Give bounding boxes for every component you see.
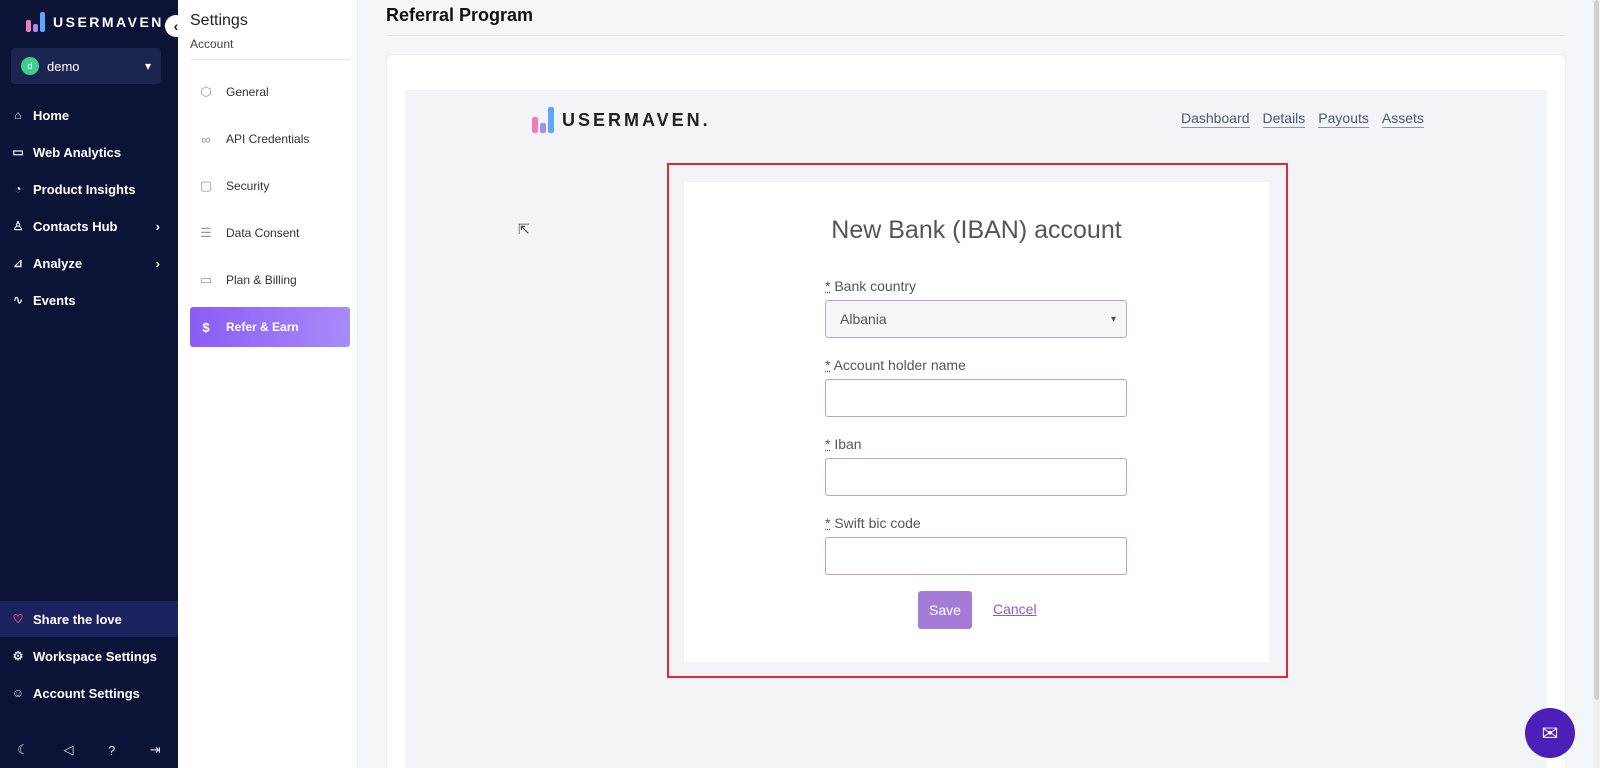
scrollbar-thumb[interactable] [1594,0,1599,700]
nav-item-workspace-settings[interactable]: ⚙ Workspace Settings [0,638,178,674]
chart-icon: ⊿ [12,256,24,270]
referral-nav-payouts[interactable]: Payouts [1318,110,1369,128]
nav-item-label: Product Insights [33,181,136,197]
bank-account-form: New Bank (IBAN) account [684,182,1269,662]
page-scrollbar[interactable] [1593,0,1600,768]
nav-item-share-the-love[interactable]: ♡ Share the love [0,601,178,637]
chevron-down-icon: ▾ [144,59,151,73]
settings-title: Settings [190,12,248,29]
workspace-selector[interactable]: d demo ▾ [11,48,161,84]
chevron-left-icon[interactable]: ‹ [165,15,187,37]
workspace-avatar: d [21,57,39,75]
user-cog-icon: ☺ [11,686,25,700]
home-icon: ⌂ [14,108,22,122]
chevron-right-icon: › [155,218,160,234]
divider [190,59,350,60]
nav-item-contacts-hub[interactable]: ♙ Contacts Hub › [0,208,178,244]
settings-subtitle: Account [190,37,234,51]
chevron-down-icon: ▾ [1110,313,1116,325]
nav-item-label: Events [33,292,76,308]
settings-item-label: Security [226,179,270,193]
settings-item-refer-earn[interactable]: $ Refer & Earn [190,307,350,347]
moon-icon[interactable]: ☾ [17,742,29,758]
nav-item-label: Home [33,107,70,123]
usermaven-logo[interactable]: USERMAVEN. [26,12,170,32]
field-label-account-holder: * Account holder name [825,357,966,373]
settings-item-label: Data Consent [226,226,300,240]
nav-item-web-analytics[interactable]: ▭ Web Analytics [0,134,178,170]
workspace-name: demo [47,58,80,74]
heart-icon: ♡ [12,612,24,626]
referral-nav-assets[interactable]: Assets [1381,110,1424,128]
settings-item-api-credentials[interactable]: ∞ API Credentials [190,119,350,159]
required-mark: * [825,515,831,531]
sidebar-footer: ☾ ◁ ? ⇥ [0,732,178,768]
nav-item-label: Web Analytics [33,144,122,160]
required-mark: * [825,278,831,294]
help-icon[interactable]: ? [108,743,115,758]
credit-card-icon: ▭ [199,272,213,287]
main-sidebar: USERMAVEN. d demo ▾ ⌂ Home ▭ Web Analyti… [0,0,178,768]
hexagon-gear-icon: ⬡ [200,84,212,99]
logo-wordmark: USERMAVEN. [53,14,171,30]
form-title: New Bank (IBAN) account [831,216,1122,244]
nav-item-home[interactable]: ⌂ Home [0,97,178,133]
settings-item-general[interactable]: ⬡ General [190,72,350,112]
nav-item-label: Analyze [33,255,83,271]
nav-item-label: Share the love [33,611,122,627]
nav-item-label: Account Settings [33,685,140,701]
mouse-cursor-icon: ⇱ [518,221,530,237]
iban-input[interactable] [825,458,1127,496]
nav-item-account-settings[interactable]: ☺ Account Settings [0,675,178,711]
settings-item-label: API Credentials [226,132,310,146]
cancel-link[interactable]: Cancel [993,601,1037,617]
settings-item-label: Plan & Billing [226,273,297,287]
nav-item-label: Contacts Hub [33,218,118,234]
link-icon: ∞ [201,131,211,147]
nav-item-analyze[interactable]: ⊿ Analyze › [0,245,178,281]
required-mark: * [825,436,831,452]
referral-nav-dashboard[interactable]: Dashboard [1181,110,1250,128]
logout-icon[interactable]: ⇥ [150,742,161,758]
bank-country-value: Albania [840,311,887,327]
user-icon: ♙ [12,219,24,233]
gear-icon: ⚙ [12,649,24,663]
megaphone-icon[interactable]: ◁ [63,742,73,758]
nav-item-label: Workspace Settings [33,648,158,664]
settings-item-plan-billing[interactable]: ▭ Plan & Billing [190,260,350,300]
settings-item-label: Refer & Earn [226,320,299,334]
chevron-right-icon: › [155,255,160,271]
dollar-icon: $ [202,319,210,335]
logo-bars-icon [26,12,45,32]
pie-chart-icon: ◔ [14,182,22,196]
database-icon: ☰ [200,225,212,240]
lock-icon: ▢ [199,178,213,193]
field-label-swift: * Swift bic code [825,515,921,531]
logo-wordmark: USERMAVEN. [562,109,711,130]
settings-item-data-consent[interactable]: ☰ Data Consent [190,213,350,253]
required-mark: * [825,357,831,373]
browser-icon: ▭ [12,145,24,159]
account-holder-input[interactable] [825,379,1127,417]
chat-icon[interactable]: ✉ [1525,708,1575,758]
save-button[interactable]: Save [918,591,972,629]
settings-item-security[interactable]: ▢ Security [190,166,350,206]
pulse-icon: ∿ [12,293,24,307]
field-label-bank-country: * Bank country [825,278,917,294]
swift-bic-input[interactable] [825,537,1127,575]
nav-item-events[interactable]: ∿ Events [0,282,178,318]
page-title: Referral Program [386,5,534,25]
bank-country-select[interactable]: Albania ▾ [825,300,1127,338]
field-label-iban: * Iban [825,436,862,452]
nav-item-product-insights[interactable]: ◔ Product Insights [0,171,178,207]
settings-subnav: Settings Account ⬡ General ∞ API Credent… [178,0,358,768]
referral-nav-details[interactable]: Details [1262,110,1306,128]
referral-logo: USERMAVEN. [532,107,711,133]
logo-bars-icon [532,107,554,133]
referral-nav: Dashboard Details Payouts Assets [1181,110,1424,128]
divider [386,35,1566,36]
settings-item-label: General [226,85,269,99]
